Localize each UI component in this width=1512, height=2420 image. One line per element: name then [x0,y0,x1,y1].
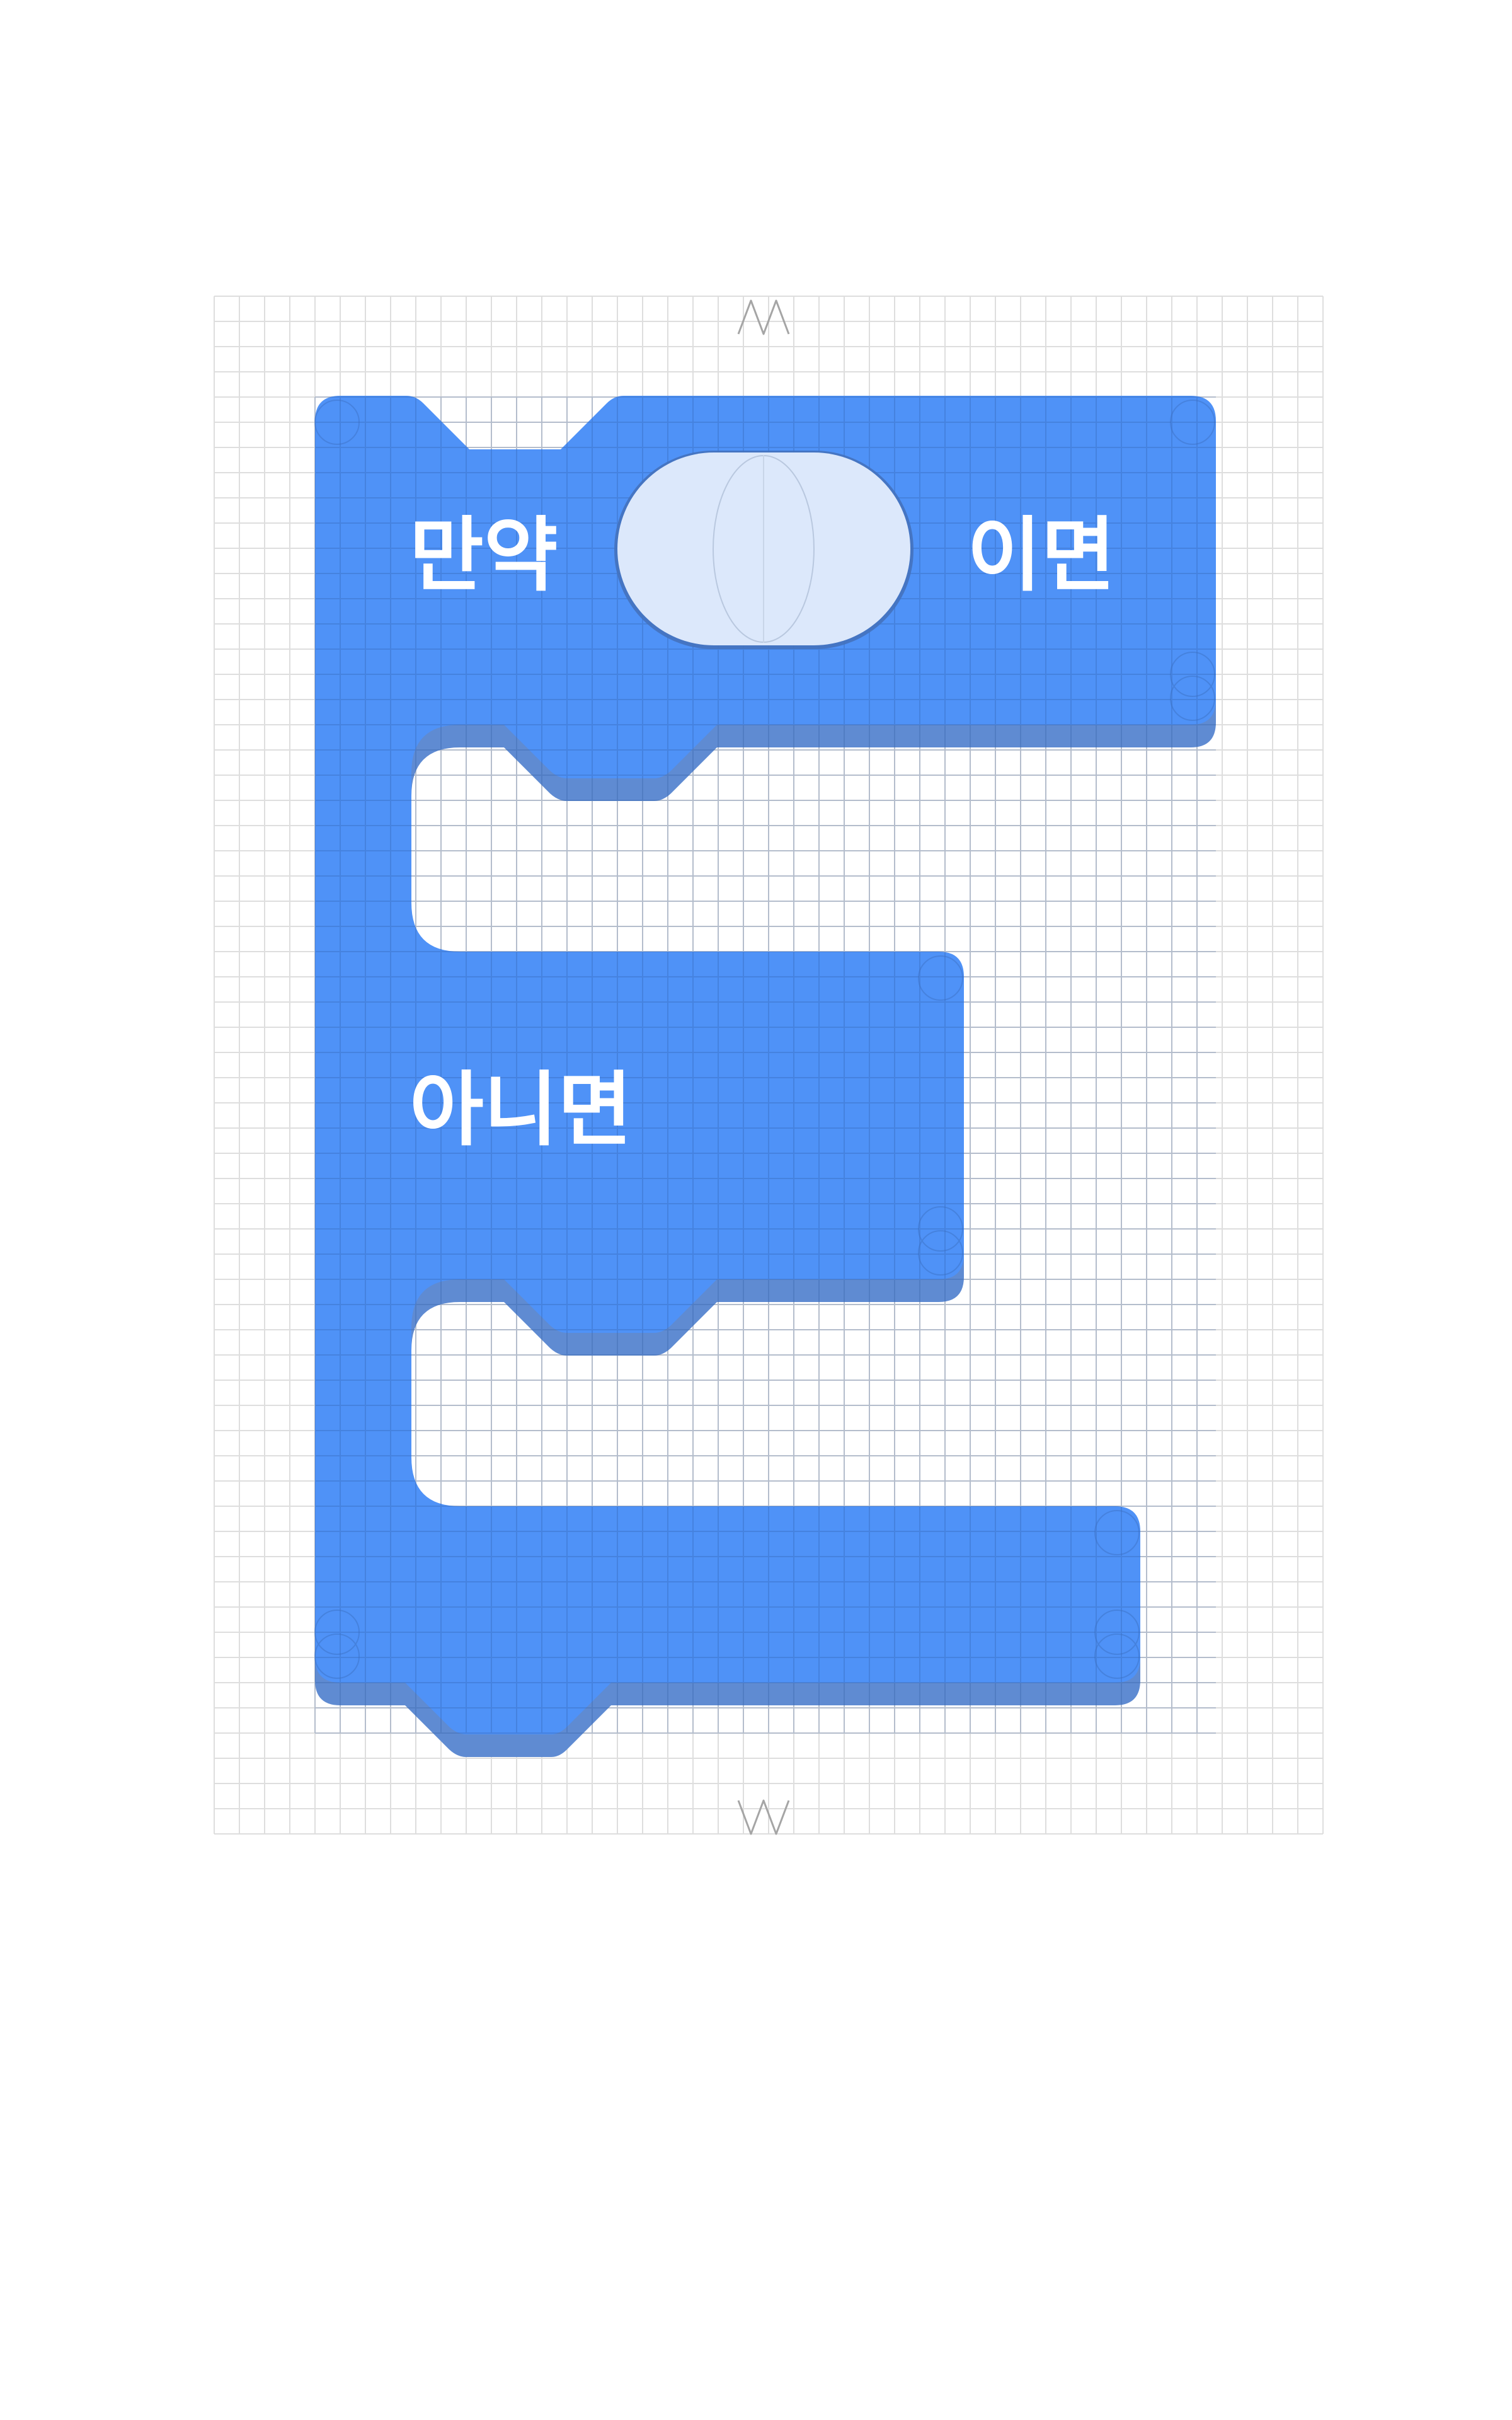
else-label: 아니면 [410,1063,632,1157]
then-label: 이면 [967,509,1116,602]
top-guide-mark [737,299,790,335]
condition-slot[interactable] [614,451,914,649]
bottom-guide-mark [737,1799,790,1835]
block-canvas: 만약 이면 아니면 [214,296,1324,1835]
if-label: 만약 [410,509,558,602]
